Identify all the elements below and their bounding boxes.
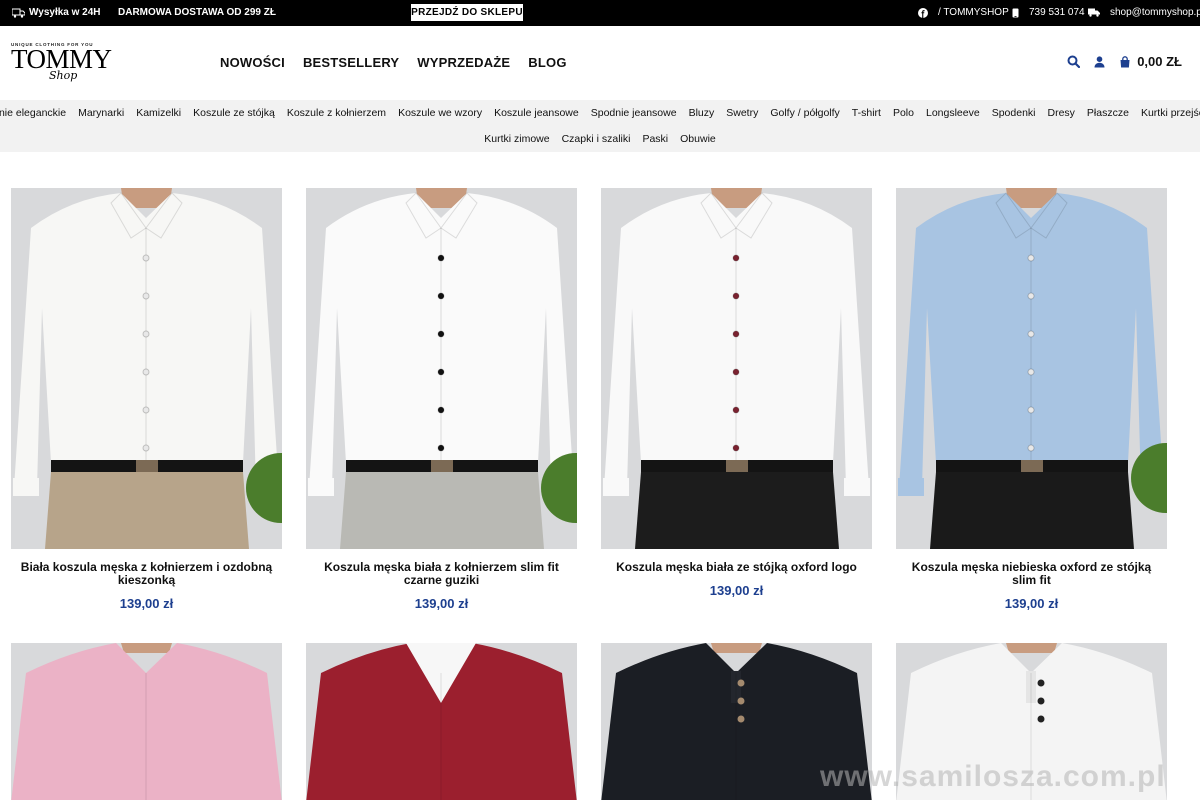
- product-image[interactable]: [306, 188, 577, 549]
- nav-item-bestsellery[interactable]: BESTSELLERY: [303, 55, 399, 70]
- category-link[interactable]: Spodnie eleganckie: [0, 107, 66, 119]
- product-card[interactable]: Koszula męska biała ze stójką oxford log…: [601, 188, 872, 598]
- facebook-link[interactable]: / TOMMYSHOP: [918, 7, 1009, 18]
- product-image[interactable]: [601, 188, 872, 549]
- main-nav: NOWOŚCI BESTSELLERY WYPRZEDAŻE BLOG: [220, 55, 567, 70]
- facebook-icon: [918, 7, 928, 18]
- category-link[interactable]: Polo: [893, 107, 914, 119]
- product-card[interactable]: [306, 643, 577, 800]
- truck-icon: [12, 8, 25, 18]
- product-name[interactable]: Biała koszula męska z kołnierzem i ozdob…: [11, 561, 282, 587]
- shipping-text: Wysyłka w 24H: [29, 7, 101, 18]
- site-logo[interactable]: UNIQUE CLOTHING FOR YOU TOMMY Shop: [11, 42, 112, 86]
- product-card[interactable]: [11, 643, 282, 800]
- product-image[interactable]: [11, 188, 282, 549]
- category-bar: Spodnie eleganckie Marynarki Kamizelki K…: [0, 100, 1200, 152]
- category-link[interactable]: Spodnie jeansowe: [591, 107, 677, 119]
- cart-total[interactable]: 0,00 ZŁ: [1137, 54, 1182, 69]
- category-link[interactable]: Koszule ze stójką: [193, 107, 275, 119]
- logo-main: TOMMY: [11, 44, 112, 74]
- product-card[interactable]: Koszula męska biała z kołnierzem slim fi…: [306, 188, 577, 611]
- phone-number: 739 531 074: [1029, 7, 1085, 18]
- category-link[interactable]: Spodenki: [992, 107, 1036, 119]
- category-link[interactable]: Kamizelki: [136, 107, 181, 119]
- product-card[interactable]: Koszula męska niebieska oxford ze stójką…: [896, 188, 1167, 611]
- go-to-shop-button[interactable]: PRZEJDŹ DO SKLEPU: [411, 4, 523, 21]
- product-image[interactable]: [896, 188, 1167, 549]
- product-image[interactable]: [306, 643, 577, 800]
- shipping-info: Wysyłka w 24H: [12, 7, 101, 18]
- category-link[interactable]: Koszule we wzory: [398, 107, 482, 119]
- category-link[interactable]: Koszule z kołnierzem: [287, 107, 386, 119]
- category-link[interactable]: T-shirt: [852, 107, 881, 119]
- free-delivery-text: DARMOWA DOSTAWA OD 299 ZŁ: [118, 7, 276, 18]
- watermark: www.samilosza.com.pl: [820, 760, 1166, 793]
- logo-script: Shop: [49, 69, 78, 82]
- email-link[interactable]: shop@tommyshop.pl: [1088, 7, 1200, 18]
- delivery-truck-icon: [1088, 8, 1100, 17]
- category-link[interactable]: Czapki i szaliki: [562, 133, 631, 145]
- category-link[interactable]: Obuwie: [680, 133, 716, 145]
- nav-item-nowosci[interactable]: NOWOŚCI: [220, 55, 285, 70]
- product-price: 139,00 zł: [119, 596, 174, 611]
- search-icon[interactable]: [1067, 55, 1081, 68]
- header-actions: 0,00 ZŁ: [1067, 54, 1182, 69]
- product-image[interactable]: [11, 643, 282, 800]
- product-name[interactable]: Koszula męska biała ze stójką oxford log…: [601, 561, 872, 574]
- product-card[interactable]: Biała koszula męska z kołnierzem i ozdob…: [11, 188, 282, 611]
- nav-item-blog[interactable]: BLOG: [528, 55, 566, 70]
- phone-link[interactable]: 739 531 074: [1012, 7, 1085, 18]
- category-link[interactable]: Kurtki przejściowe: [1141, 107, 1200, 119]
- category-link[interactable]: Longsleeve: [926, 107, 980, 119]
- top-bar: Wysyłka w 24H DARMOWA DOSTAWA OD 299 ZŁ …: [0, 0, 1200, 26]
- category-link[interactable]: Koszule jeansowe: [494, 107, 579, 119]
- category-link[interactable]: Bluzy: [689, 107, 715, 119]
- product-name[interactable]: Koszula męska biała z kołnierzem slim fi…: [306, 561, 577, 587]
- email-address: shop@tommyshop.pl: [1110, 7, 1200, 18]
- category-link[interactable]: Płaszcze: [1087, 107, 1129, 119]
- category-row-2: Kurtki zimowe Czapki i szaliki Paski Obu…: [0, 133, 1200, 145]
- free-delivery-info: DARMOWA DOSTAWA OD 299 ZŁ: [118, 7, 276, 18]
- user-icon[interactable]: [1094, 55, 1105, 68]
- product-price: 139,00 zł: [414, 596, 469, 611]
- category-link[interactable]: Marynarki: [78, 107, 124, 119]
- category-row-1: Spodnie eleganckie Marynarki Kamizelki K…: [0, 107, 1200, 119]
- facebook-label: / TOMMYSHOP: [938, 7, 1009, 18]
- nav-item-wyprzedaze[interactable]: WYPRZEDAŻE: [417, 55, 510, 70]
- phone-icon: [1012, 8, 1019, 17]
- category-link[interactable]: Kurtki zimowe: [484, 133, 549, 145]
- site-header: UNIQUE CLOTHING FOR YOU TOMMY Shop NOWOŚ…: [0, 26, 1200, 100]
- product-price: 139,00 zł: [1004, 596, 1059, 611]
- category-link[interactable]: Golfy / półgolfy: [770, 107, 839, 119]
- category-link[interactable]: Swetry: [726, 107, 758, 119]
- product-name[interactable]: Koszula męska niebieska oxford ze stójką…: [896, 561, 1167, 587]
- category-link[interactable]: Paski: [642, 133, 668, 145]
- shopping-bag-icon[interactable]: [1119, 55, 1131, 68]
- product-price: 139,00 zł: [709, 583, 764, 598]
- category-link[interactable]: Dresy: [1048, 107, 1075, 119]
